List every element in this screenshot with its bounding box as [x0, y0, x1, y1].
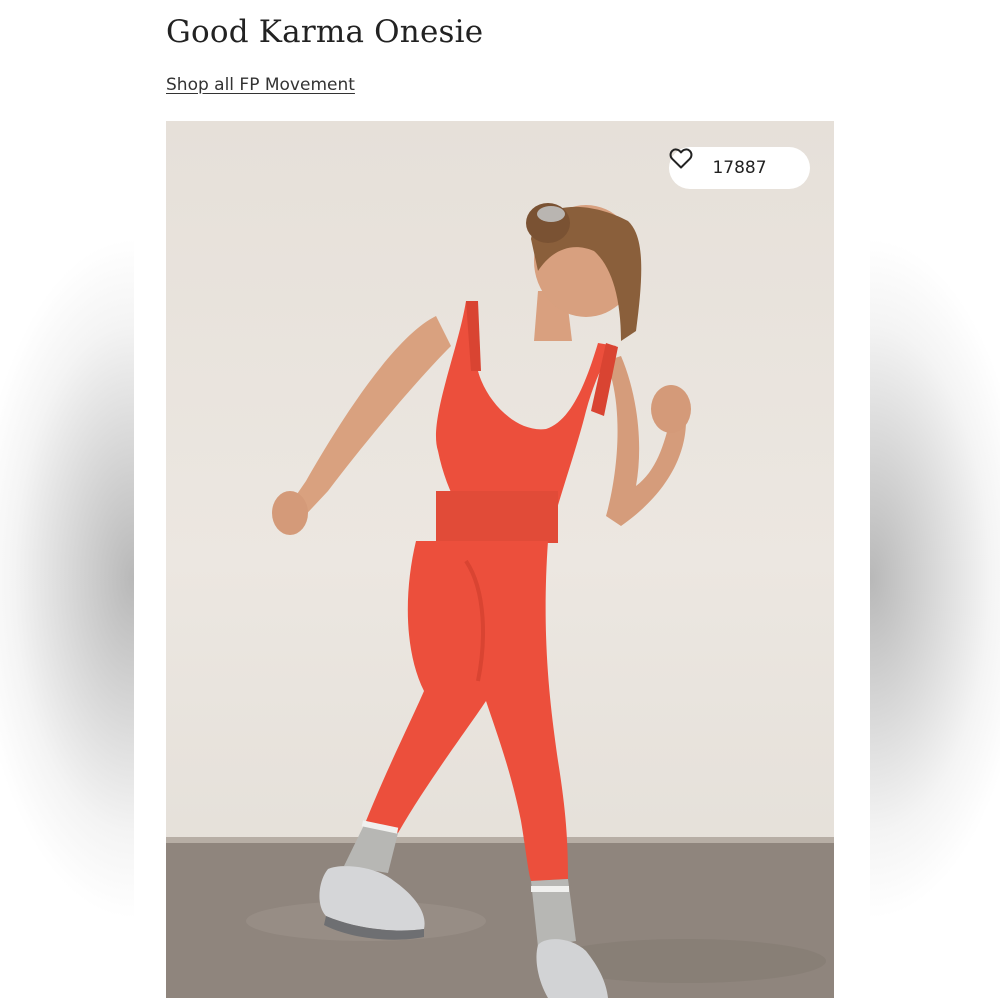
- product-card: Good Karma Onesie Shop all FP Movement 1…: [134, 0, 870, 998]
- left-blurred-margin: [0, 0, 134, 998]
- product-title: Good Karma Onesie: [166, 14, 484, 50]
- like-button[interactable]: 17887: [669, 147, 810, 189]
- model-arm-left: [284, 316, 451, 523]
- product-image: 17887: [166, 121, 834, 998]
- onesie-waistband: [436, 491, 558, 543]
- like-count: 17887: [712, 158, 767, 178]
- right-blurred-margin: [870, 0, 1000, 998]
- model-photo-illustration: [166, 203, 834, 998]
- shop-all-link[interactable]: Shop all FP Movement: [166, 75, 355, 95]
- heart-outline-icon: [669, 148, 693, 169]
- model-arm-right: [606, 356, 686, 526]
